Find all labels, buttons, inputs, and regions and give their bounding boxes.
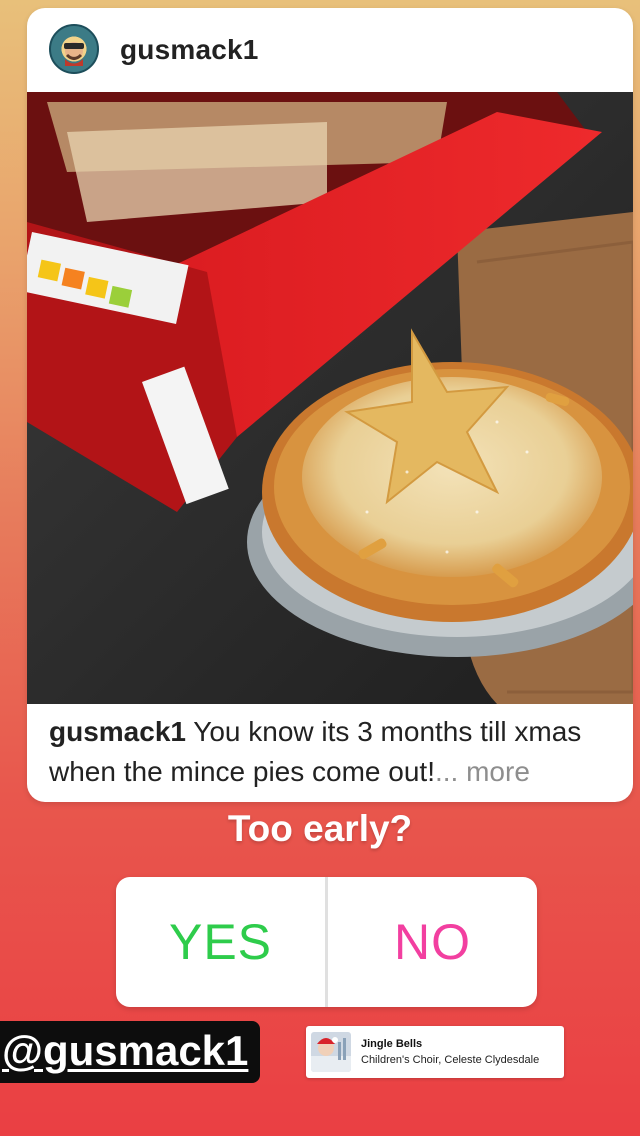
poll-sticker: YES NO (116, 877, 537, 1007)
album-art-icon (311, 1032, 351, 1072)
poll-question: Too early? (227, 808, 413, 849)
music-title: Jingle Bells (361, 1038, 423, 1050)
post-photo[interactable] (27, 92, 633, 704)
music-artist: Children's Choir, Celeste Clydesdale (361, 1054, 540, 1066)
avatar[interactable] (49, 24, 99, 74)
post-header[interactable]: gusmack1 (27, 8, 633, 92)
mince-pie-photo-image (27, 92, 633, 704)
shared-post-card[interactable]: gusmack1 gusmack1 You know its 3 months … (27, 8, 633, 802)
post-username[interactable]: gusmack1 (120, 34, 259, 66)
caption-username[interactable]: gusmack1 (49, 716, 186, 747)
music-sticker[interactable]: Jingle Bells Children's Choir, Celeste C… (306, 1026, 564, 1078)
mention-label[interactable]: @gusmack1 (2, 1027, 248, 1075)
poll-option-no-button[interactable]: NO (328, 877, 537, 1007)
mention-sticker[interactable]: @gusmack1 (0, 1021, 260, 1083)
caption-more-link[interactable]: ... more (435, 756, 530, 787)
avatar-face-icon (64, 42, 84, 66)
poll-option-yes-button[interactable]: YES (116, 877, 325, 1007)
post-caption: gusmack1 You know its 3 months till xmas… (49, 712, 619, 792)
